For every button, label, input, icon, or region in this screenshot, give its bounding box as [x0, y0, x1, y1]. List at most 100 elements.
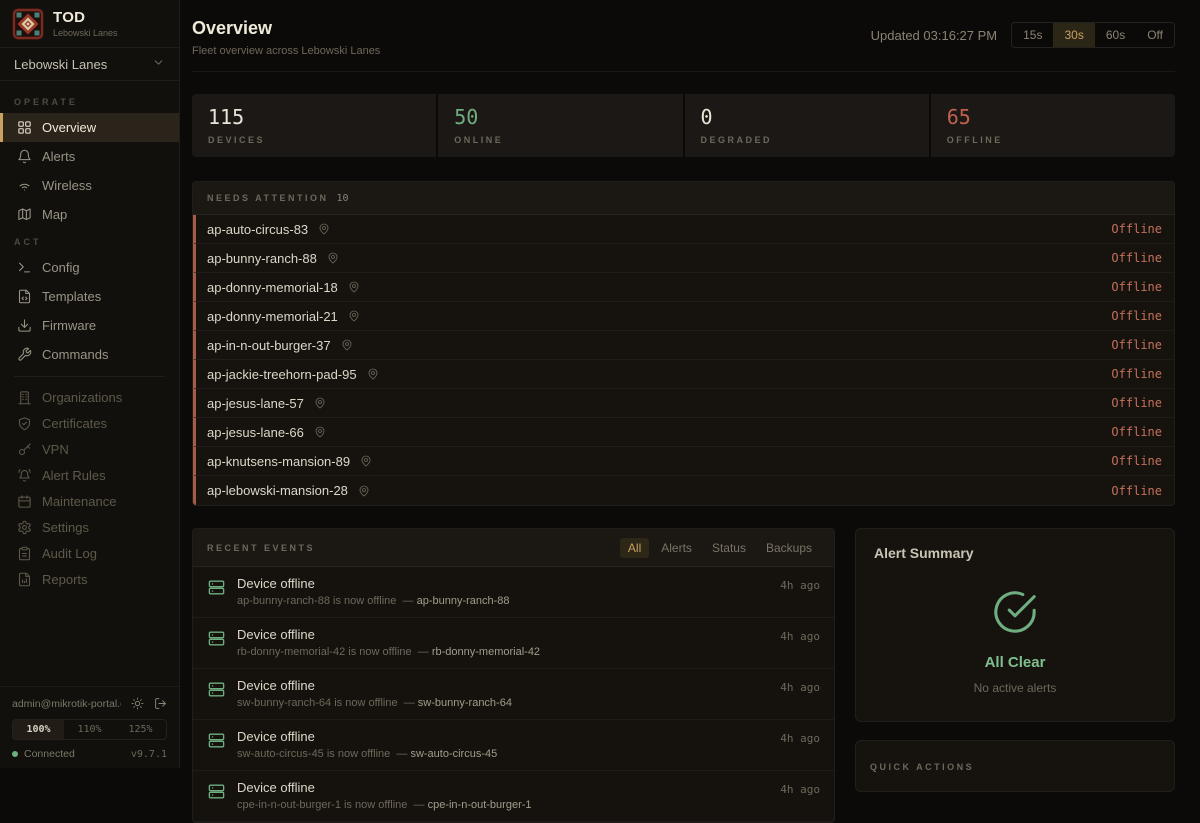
- recent-events-card: RECENT EVENTS All Alerts Status Backups …: [192, 528, 835, 823]
- tab-backups[interactable]: Backups: [758, 538, 820, 558]
- sidebar-item-label: Commands: [42, 347, 108, 362]
- file-code-icon: [17, 289, 32, 304]
- sidebar-item-label: Settings: [42, 520, 89, 535]
- quick-actions-title: QUICK ACTIONS: [870, 762, 974, 772]
- sidebar-nav: OPERATE Overview Alerts Wireless Map ACT…: [0, 81, 179, 686]
- sidebar-item-settings[interactable]: Settings: [0, 514, 179, 540]
- tab-status[interactable]: Status: [704, 538, 754, 558]
- attention-row[interactable]: ap-jesus-lane-57 Offline: [193, 389, 1174, 418]
- status-badge: Offline: [1111, 338, 1162, 352]
- org-selector-value: Lebowski Lanes: [14, 57, 107, 72]
- event-row[interactable]: Device offline sw-bunny-ranch-64 is now …: [193, 669, 834, 720]
- tab-all[interactable]: All: [620, 538, 649, 558]
- sidebar-item-alert-rules[interactable]: Alert Rules: [0, 462, 179, 488]
- sidebar-item-firmware[interactable]: Firmware: [0, 311, 179, 340]
- user-email: admin@mikrotik-portal.dev: [12, 698, 121, 710]
- sidebar-item-commands[interactable]: Commands: [0, 340, 179, 369]
- event-separator: —: [404, 697, 415, 709]
- map-pin-icon[interactable]: [314, 397, 326, 409]
- org-selector[interactable]: Lebowski Lanes: [0, 48, 179, 81]
- map-pin-icon[interactable]: [360, 455, 372, 467]
- sidebar-item-label: Config: [42, 260, 80, 275]
- attention-row[interactable]: ap-bunny-ranch-88 Offline: [193, 244, 1174, 273]
- map-pin-icon[interactable]: [348, 281, 360, 293]
- map-pin-icon[interactable]: [348, 310, 360, 322]
- event-row[interactable]: Device offline cpe-in-n-out-burger-1 is …: [193, 771, 834, 822]
- status-badge: Offline: [1111, 454, 1162, 468]
- sidebar-item-alerts[interactable]: Alerts: [0, 142, 179, 171]
- sidebar-item-label: Map: [42, 207, 67, 222]
- stat-online-value: 50: [454, 105, 666, 129]
- refresh-option-15s[interactable]: 15s: [1012, 23, 1053, 47]
- device-name: ap-donny-memorial-21: [207, 309, 338, 324]
- clipboard-icon: [17, 546, 32, 561]
- stat-degraded-label: DEGRADED: [701, 135, 913, 145]
- sidebar-item-label: Firmware: [42, 318, 96, 333]
- stat-devices-label: DEVICES: [208, 135, 420, 145]
- sidebar-item-audit-log[interactable]: Audit Log: [0, 540, 179, 566]
- sidebar-item-certificates[interactable]: Certificates: [0, 410, 179, 436]
- map-icon: [17, 207, 32, 222]
- sidebar-item-wireless[interactable]: Wireless: [0, 171, 179, 200]
- map-pin-icon[interactable]: [367, 368, 379, 380]
- device-name: ap-bunny-ranch-88: [207, 251, 317, 266]
- needs-attention-list: ap-auto-circus-83 Offline ap-bunny-ranch…: [193, 215, 1174, 505]
- event-filter-tabs: All Alerts Status Backups: [620, 538, 820, 558]
- tab-alerts[interactable]: Alerts: [653, 538, 700, 558]
- calendar-icon: [17, 494, 32, 509]
- event-time: 4h ago: [780, 729, 820, 745]
- attention-row[interactable]: ap-donny-memorial-21 Offline: [193, 302, 1174, 331]
- map-pin-icon[interactable]: [314, 426, 326, 438]
- sidebar-item-vpn[interactable]: VPN: [0, 436, 179, 462]
- sidebar-item-maintenance[interactable]: Maintenance: [0, 488, 179, 514]
- map-pin-icon[interactable]: [327, 252, 339, 264]
- attention-row[interactable]: ap-knutsens-mansion-89 Offline: [193, 447, 1174, 476]
- sidebar-item-map[interactable]: Map: [0, 200, 179, 229]
- app-logo-icon: [12, 8, 44, 40]
- alert-summary-message: No active alerts: [974, 681, 1057, 695]
- sidebar-item-config[interactable]: Config: [0, 253, 179, 282]
- device-name: ap-knutsens-mansion-89: [207, 454, 350, 469]
- terminal-icon: [17, 260, 32, 275]
- attention-row[interactable]: ap-in-n-out-burger-37 Offline: [193, 331, 1174, 360]
- refresh-option-off[interactable]: Off: [1136, 23, 1174, 47]
- attention-row[interactable]: ap-auto-circus-83 Offline: [193, 215, 1174, 244]
- needs-attention-count: 10: [337, 193, 349, 204]
- map-pin-icon[interactable]: [318, 223, 330, 235]
- event-title: Device offline: [237, 780, 532, 795]
- attention-row[interactable]: ap-lebowski-mansion-28 Offline: [193, 476, 1174, 505]
- event-description: ap-bunny-ranch-88 is now offline: [237, 595, 396, 607]
- event-title: Device offline: [237, 576, 510, 591]
- sun-icon[interactable]: [131, 697, 144, 710]
- bell-ring-icon: [17, 468, 32, 483]
- sidebar-item-overview[interactable]: Overview: [0, 113, 179, 142]
- event-row[interactable]: Device offline rb-donny-memorial-42 is n…: [193, 618, 834, 669]
- event-row[interactable]: Device offline sw-auto-circus-45 is now …: [193, 720, 834, 771]
- zoom-option-100[interactable]: 100%: [13, 720, 64, 739]
- map-pin-icon[interactable]: [341, 339, 353, 351]
- map-pin-icon[interactable]: [358, 485, 370, 497]
- zoom-option-125[interactable]: 125%: [115, 720, 166, 739]
- sidebar-item-reports[interactable]: Reports: [0, 566, 179, 592]
- event-row[interactable]: Device offline ap-bunny-ranch-88 is now …: [193, 567, 834, 618]
- sidebar-item-label: Templates: [42, 289, 101, 304]
- zoom-option-110[interactable]: 110%: [64, 720, 115, 739]
- attention-row[interactable]: ap-jesus-lane-66 Offline: [193, 418, 1174, 447]
- alert-summary-card: Alert Summary All Clear No active alerts: [855, 528, 1175, 722]
- device-name: ap-lebowski-mansion-28: [207, 483, 348, 498]
- file-chart-icon: [17, 572, 32, 587]
- sidebar-item-templates[interactable]: Templates: [0, 282, 179, 311]
- logout-icon[interactable]: [154, 697, 167, 710]
- stat-devices: 115 DEVICES: [192, 94, 436, 157]
- device-name: ap-jesus-lane-66: [207, 425, 304, 440]
- event-time: 4h ago: [780, 780, 820, 796]
- attention-row[interactable]: ap-jackie-treehorn-pad-95 Offline: [193, 360, 1174, 389]
- nav-section-act: ACT: [0, 229, 179, 253]
- event-description: cpe-in-n-out-burger-1 is now offline: [237, 799, 407, 811]
- quick-actions-card: QUICK ACTIONS: [855, 740, 1175, 792]
- alert-summary-status: All Clear: [985, 654, 1046, 671]
- refresh-option-60s[interactable]: 60s: [1095, 23, 1136, 47]
- attention-row[interactable]: ap-donny-memorial-18 Offline: [193, 273, 1174, 302]
- sidebar-item-organizations[interactable]: Organizations: [0, 384, 179, 410]
- refresh-option-30s[interactable]: 30s: [1053, 23, 1094, 47]
